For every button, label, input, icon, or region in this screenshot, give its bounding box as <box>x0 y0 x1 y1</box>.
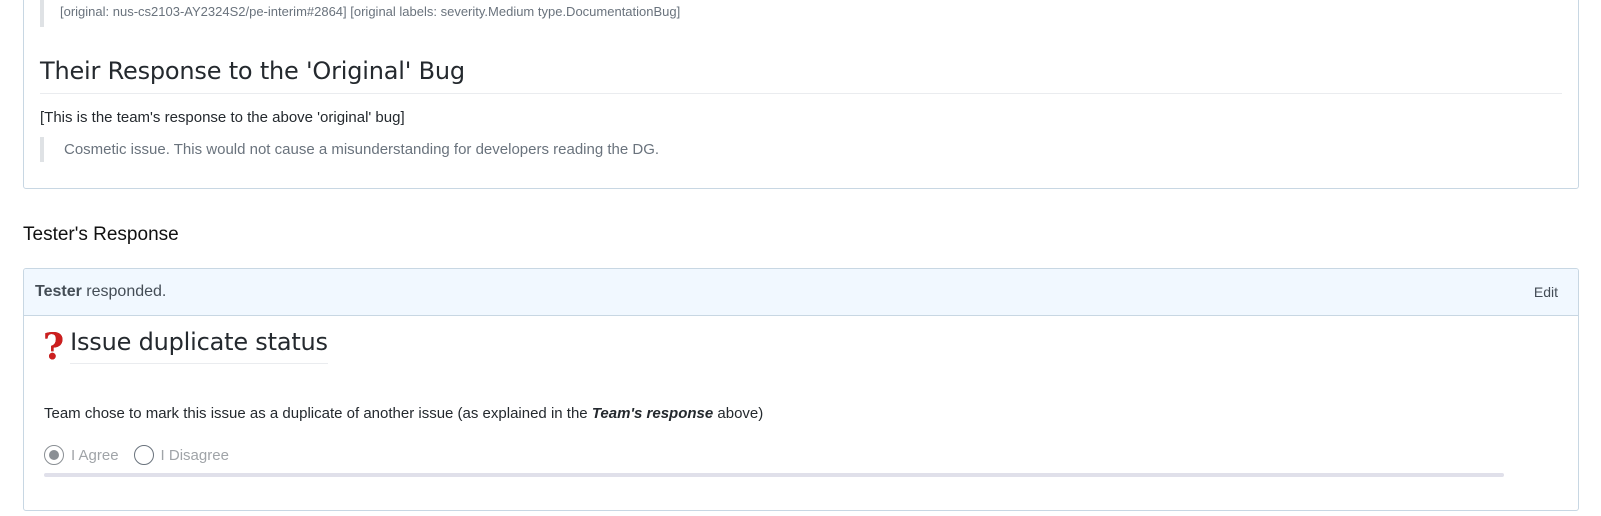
tester-response-header: Tester responded. Edit <box>24 269 1578 316</box>
agree-disagree-radio-group: I Agree I Disagree <box>44 445 244 465</box>
agree-radio[interactable] <box>44 445 64 465</box>
agree-label[interactable]: I Agree <box>71 447 119 464</box>
team-response-note: [This is the team's response to the abov… <box>40 109 405 126</box>
team-response-heading: Their Response to the 'Original' Bug <box>40 57 1562 94</box>
responder-line: Tester responded. <box>35 283 166 301</box>
disagree-radio[interactable] <box>133 445 154 465</box>
responder-name: Tester <box>35 283 82 300</box>
testers-response-title: Tester's Response <box>23 224 179 245</box>
disagree-label[interactable]: I Disagree <box>161 447 229 464</box>
responder-action: responded. <box>81 283 167 300</box>
issue-description-prefix: Team chose to mark this issue as a dupli… <box>44 405 592 422</box>
edit-button[interactable]: Edit <box>1530 280 1562 304</box>
red-question-mark-icon: ? <box>43 326 65 368</box>
issue-description: Team chose to mark this issue as a dupli… <box>44 405 763 422</box>
tester-response-card: Tester responded. Edit ? Issue duplicate… <box>23 268 1579 511</box>
issue-title: Issue duplicate status <box>70 327 328 364</box>
teams-response-emphasis: Team's response <box>591 405 714 422</box>
original-meta-quote: [original: nus-cs2103-AY2324S2/pe-interi… <box>40 0 1540 27</box>
original-bug-card: [original: nus-cs2103-AY2324S2/pe-interi… <box>23 0 1579 189</box>
issue-title-row: ? Issue duplicate status <box>43 326 328 368</box>
team-response-quote: Cosmetic issue. This would not cause a m… <box>40 137 659 162</box>
divider-bar <box>44 473 1504 477</box>
issue-description-suffix: above) <box>713 405 764 422</box>
